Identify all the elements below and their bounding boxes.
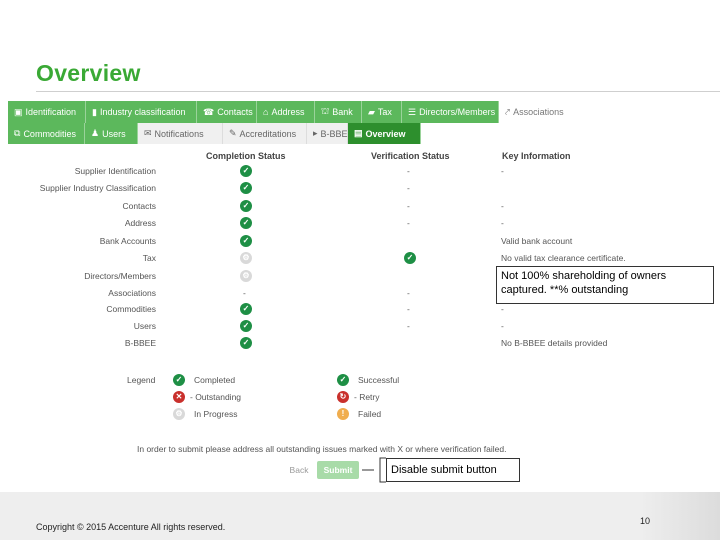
- failed-warning-icon: !: [337, 408, 349, 420]
- completion-status-check-icon: ✓: [240, 200, 252, 212]
- key-information: Valid bank account: [501, 236, 573, 246]
- page-title: Overview: [36, 60, 141, 86]
- bank-icon: ⛫: [321, 106, 330, 116]
- successful-check-icon: ✓: [337, 374, 349, 386]
- row-label: Associations: [108, 288, 156, 298]
- verification-status-value: -: [407, 166, 410, 176]
- verification-status-check-icon: ✓: [404, 252, 416, 264]
- completion-status-value: -: [243, 288, 246, 298]
- row-label: Address: [124, 218, 156, 228]
- key-information: -: [501, 218, 504, 228]
- row-label: Contacts: [122, 201, 156, 211]
- row-label: B-BBEE: [124, 338, 156, 348]
- verification-status-value: -: [407, 321, 410, 331]
- verification-status-value: -: [407, 304, 410, 314]
- tab-accreditations[interactable]: ✎ Accreditations: [223, 123, 307, 144]
- key-information: No B-BBEE details provided: [501, 338, 608, 348]
- completed-check-icon: ✓: [173, 374, 185, 386]
- completion-status-check-icon: ✓: [240, 182, 252, 194]
- outstanding-x-icon: ✕: [173, 391, 185, 403]
- tab-b-bbee[interactable]: ▸ B-BBEE: [307, 123, 354, 144]
- completion-status-check-icon: ✓: [240, 303, 252, 315]
- header-key-information: Key Information: [502, 151, 571, 161]
- certificate-icon: ✎: [229, 128, 237, 138]
- row-label: Tax: [142, 253, 156, 263]
- tab-row-2: ⧉ Commodities ♟ Users ✉ Notifications ✎ Accr…: [8, 123, 720, 144]
- tab-directors-members[interactable]: ☰ Directors/Members: [402, 101, 499, 123]
- tab-bank[interactable]: ⛫ Bank: [315, 101, 362, 123]
- key-information: -: [501, 201, 504, 211]
- tab-overview[interactable]: ▤ Overview: [348, 123, 421, 144]
- chevron-right-icon: ▸: [313, 128, 318, 138]
- submit-callout: Disable submit button: [386, 458, 520, 482]
- briefcase-icon: ▣: [14, 106, 23, 117]
- completion-status-in-progress-icon: ⚙: [240, 270, 252, 282]
- tab-users[interactable]: ♟ Users: [85, 123, 138, 144]
- owners-callout: Not 100% shareholding of owners captured…: [496, 266, 714, 304]
- home-icon: ⌂: [263, 107, 269, 117]
- completion-status-check-icon: ✓: [240, 165, 252, 177]
- retry-icon: ↻: [337, 391, 349, 403]
- row-label: Directors/Members: [84, 271, 156, 281]
- verification-status-value: -: [407, 183, 410, 193]
- link-icon: ⤤: [505, 106, 511, 117]
- phone-icon: ☎: [203, 106, 215, 117]
- verification-status-value: -: [407, 201, 410, 211]
- row-label: Bank Accounts: [99, 236, 156, 246]
- completion-status-check-icon: ✓: [240, 217, 252, 229]
- legend-successful: Successful: [358, 375, 400, 385]
- row-label: Supplier Industry Classification: [39, 183, 156, 193]
- tab-associations[interactable]: ⤤ Associations: [499, 101, 589, 123]
- tab-contacts[interactable]: ☎ Contacts: [197, 101, 257, 123]
- submit-button[interactable]: Submit: [317, 461, 359, 479]
- tab-identification[interactable]: ▣ Identification: [8, 101, 86, 123]
- title-divider: [36, 91, 720, 92]
- copyright: Copyright © 2015 Accenture All rights re…: [36, 522, 226, 532]
- row-label: Supplier Identification: [74, 166, 156, 176]
- back-button[interactable]: Back: [284, 461, 314, 479]
- in-progress-icon: ⚙: [173, 408, 185, 420]
- tab-industry-classification[interactable]: ▮ Industry classification: [86, 101, 197, 123]
- verification-status-value: -: [407, 218, 410, 228]
- tab-row-1: ▣ Identification ▮ Industry classification…: [8, 101, 720, 123]
- completion-status-check-icon: ✓: [240, 320, 252, 332]
- legend-title: Legend: [127, 375, 156, 385]
- tag-icon: ⧉: [14, 128, 21, 138]
- row-label: Commodities: [106, 304, 156, 314]
- legend-completed: Completed: [194, 375, 236, 385]
- header-verification-status: Verification Status: [371, 151, 450, 161]
- completion-status-in-progress-icon: ⚙: [240, 252, 252, 264]
- page-number: 10: [640, 516, 651, 526]
- header-completion-status: Completion Status: [206, 151, 286, 161]
- legend-retry: - Retry: [354, 392, 380, 402]
- tab-tax[interactable]: ▰ Tax: [362, 101, 402, 123]
- key-information: -: [501, 321, 504, 331]
- footer-bar: [0, 492, 720, 540]
- people-icon: ☰: [408, 106, 417, 117]
- tab-commodities[interactable]: ⧉ Commodities: [8, 123, 85, 144]
- key-information: No valid tax clearance certificate.: [501, 253, 626, 263]
- key-information: -: [501, 304, 504, 314]
- completion-status-check-icon: ✓: [240, 235, 252, 247]
- tab-notifications[interactable]: ✉ Notifications: [138, 123, 223, 144]
- verification-status-value: -: [407, 288, 410, 298]
- footer-shade: [640, 492, 720, 540]
- legend-in-progress: In Progress: [194, 409, 238, 419]
- building-icon: ▮: [92, 106, 97, 117]
- user-icon: ♟: [91, 128, 100, 138]
- folder-icon: ▰: [368, 106, 375, 117]
- completion-status-check-icon: ✓: [240, 337, 252, 349]
- legend-outstanding: - Outstanding: [190, 392, 242, 402]
- list-icon: ▤: [354, 128, 363, 138]
- key-information: -: [501, 166, 504, 176]
- submit-instructions: In order to submit please address all ou…: [137, 444, 507, 454]
- tab-address[interactable]: ⌂ Address: [257, 101, 315, 123]
- legend-failed: Failed: [358, 409, 382, 419]
- row-label: Users: [133, 321, 156, 331]
- mail-icon: ✉: [144, 128, 152, 138]
